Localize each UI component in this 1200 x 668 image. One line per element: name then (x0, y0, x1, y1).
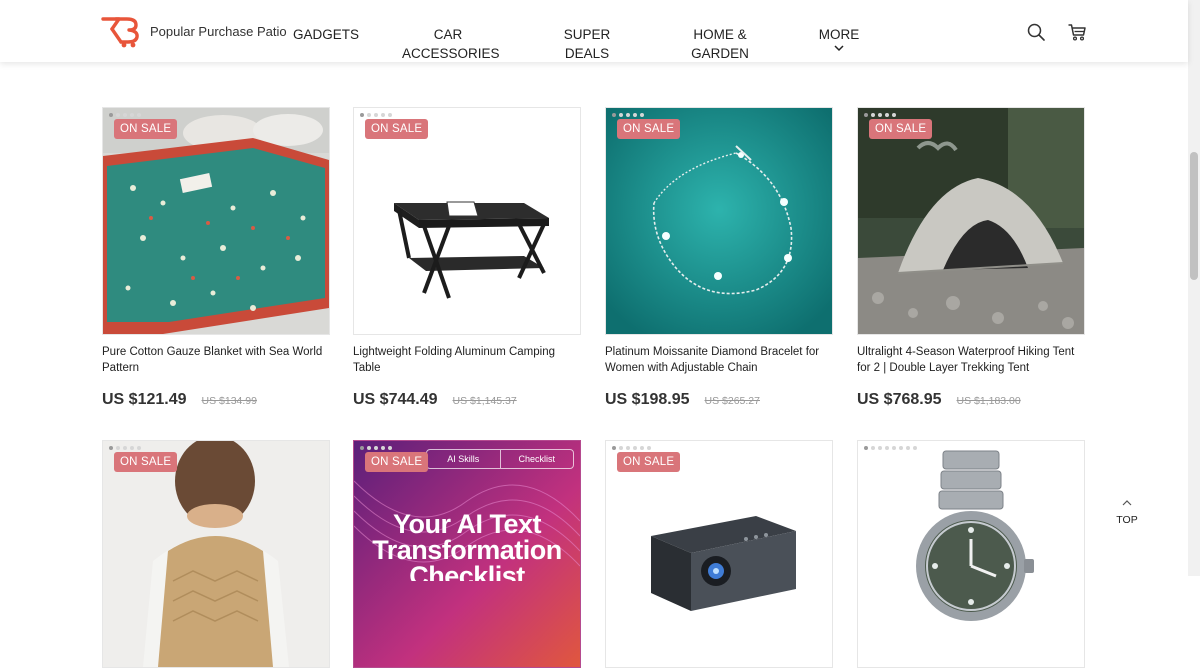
nav-home-garden-line1: HOME & (693, 27, 747, 42)
nav-super-deals-line2: DEALS (564, 46, 610, 61)
product-card[interactable]: ON SALE Platinum Moissanite Diamond Brac… (605, 107, 833, 409)
product-image[interactable]: ON SALE (102, 440, 330, 668)
site-header: Popular Purchase Patio GADGETS CAR ACCES… (0, 0, 1188, 62)
product-price: US $768.95 (857, 391, 942, 408)
on-sale-badge: ON SALE (617, 119, 681, 139)
product-title[interactable]: Ultralight 4-Season Waterproof Hiking Te… (857, 344, 1085, 376)
nav-home-garden-line2: GARDEN (691, 46, 749, 61)
nav-gadgets-label: GADGETS (293, 27, 360, 42)
cart-icon[interactable] (1067, 22, 1087, 42)
product-card[interactable]: ON SALE Lightweight Folding Aluminum Cam… (353, 107, 581, 409)
product-image[interactable]: AI Skills Checklist Your AI Text Transfo… (353, 440, 581, 668)
product-image[interactable]: ON SALE (605, 440, 833, 668)
product-original-price: US $265.27 (704, 395, 760, 407)
product-price: US $121.49 (102, 391, 187, 408)
overlay-headline: Your AI Text Transformation Checklist (372, 511, 562, 581)
overlay-tab-ai-skills: AI Skills (427, 450, 501, 468)
nav-gadgets[interactable]: GADGETS (293, 25, 359, 44)
overlay-tab-checklist: Checklist (518, 454, 555, 464)
on-sale-badge: ON SALE (114, 452, 178, 472)
chevron-up-icon (1122, 500, 1132, 506)
product-image[interactable]: ON SALE (353, 107, 581, 335)
nav-more-label: MORE (818, 27, 860, 42)
on-sale-badge: ON SALE (114, 119, 178, 139)
overlay-tabs: AI Skills Checklist (426, 449, 574, 469)
product-title[interactable]: Platinum Moissanite Diamond Bracelet for… (605, 344, 833, 376)
carousel-dots (864, 446, 917, 450)
nav-more[interactable]: MORE (817, 25, 861, 52)
product-price: US $198.95 (605, 391, 690, 408)
carousel-dots (109, 113, 141, 117)
tent-image (858, 108, 1084, 334)
bracelet-image (606, 108, 832, 334)
on-sale-badge: ON SALE (617, 452, 681, 472)
product-image[interactable] (857, 440, 1085, 668)
nav-car-accessories-line1: CAR (433, 27, 463, 42)
carousel-dots (360, 446, 392, 450)
product-original-price: US $1,183.00 (956, 395, 1021, 407)
blanket-image (103, 108, 329, 334)
carousel-dots (109, 446, 141, 450)
product-card[interactable] (857, 440, 1085, 668)
carousel-dots (612, 446, 651, 450)
product-image[interactable]: ON SALE (857, 107, 1085, 335)
projector-image (606, 441, 832, 667)
scrollbar-thumb[interactable] (1190, 152, 1198, 280)
backpack-image (103, 441, 329, 667)
camping-table-image (354, 108, 580, 334)
nav-super-deals[interactable]: SUPER DEALS (557, 25, 617, 63)
brand-logo[interactable] (100, 14, 144, 48)
on-sale-badge: ON SALE (365, 119, 429, 139)
on-sale-badge: ON SALE (365, 452, 429, 472)
product-original-price: US $134.99 (201, 395, 257, 407)
product-card[interactable]: ON SALE Pure Cotton Gauze Blanket with S… (102, 107, 330, 409)
carousel-dots (612, 113, 644, 117)
product-image[interactable]: ON SALE (605, 107, 833, 335)
product-image[interactable]: ON SALE (102, 107, 330, 335)
product-card[interactable]: ON SALE (605, 440, 833, 668)
carousel-dots (360, 113, 392, 117)
nav-home-garden[interactable]: HOME & GARDEN (688, 25, 752, 63)
product-card[interactable]: AI Skills Checklist Your AI Text Transfo… (353, 440, 581, 668)
product-title[interactable]: Lightweight Folding Aluminum Camping Tab… (353, 344, 581, 376)
carousel-dots (864, 113, 896, 117)
chevron-down-icon (834, 45, 844, 52)
product-price: US $744.49 (353, 391, 438, 408)
product-original-price: US $1,145.37 (452, 395, 517, 407)
on-sale-badge: ON SALE (869, 119, 933, 139)
nav-super-deals-line1: SUPER (563, 27, 611, 42)
product-card[interactable]: ON SALE Ultralight 4-Season Waterproof H… (857, 107, 1085, 409)
product-card[interactable]: ON SALE (102, 440, 330, 668)
nav-car-accessories-line2: ACCESSORIES (402, 46, 500, 61)
scrollbar-track[interactable] (1188, 0, 1200, 576)
brand-name[interactable]: Popular Purchase Patio (150, 24, 287, 39)
product-title[interactable]: Pure Cotton Gauze Blanket with Sea World… (102, 344, 330, 376)
search-icon[interactable] (1026, 22, 1046, 42)
watch-image (858, 441, 1084, 667)
nav-car-accessories[interactable]: CAR ACCESSORIES (402, 25, 500, 63)
back-to-top-label: TOP (1116, 514, 1138, 526)
back-to-top-button[interactable]: TOP (1110, 499, 1144, 528)
